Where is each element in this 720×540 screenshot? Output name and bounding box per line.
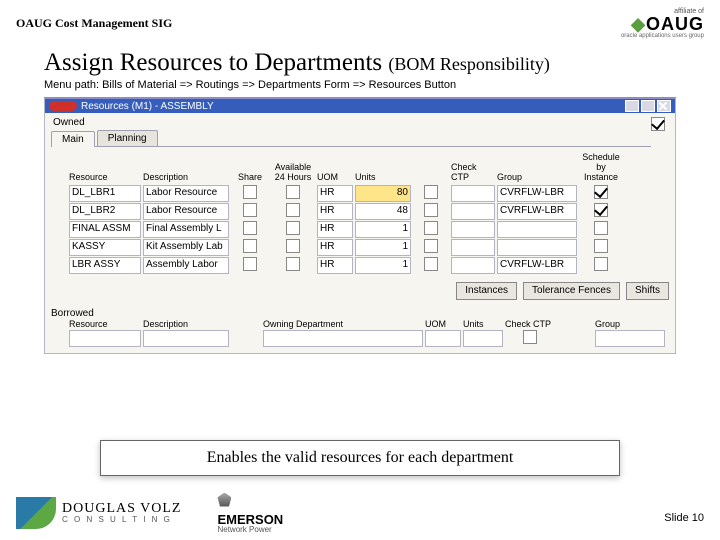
- resource-cell[interactable]: LBR ASSY: [69, 257, 141, 274]
- table-row: LBR ASSYAssembly Labor HR1 CVRFLW-LBR: [51, 257, 669, 274]
- uom-cell[interactable]: HR: [317, 221, 353, 238]
- ctp-checkbox[interactable]: [424, 221, 438, 235]
- avail24-checkbox[interactable]: [286, 257, 300, 271]
- description-cell[interactable]: Kit Assembly Lab: [143, 239, 229, 256]
- sched-checkbox[interactable]: [594, 257, 608, 271]
- owned-grid: Resource Description Share Available 24 …: [51, 153, 669, 274]
- description-cell[interactable]: Labor Resource: [143, 203, 229, 220]
- table-row: DL_LBR2Labor Resource HR48 CVRFLW-LBR: [51, 203, 669, 220]
- shifts-button[interactable]: Shifts: [626, 282, 669, 300]
- ctp-checkbox[interactable]: [424, 257, 438, 271]
- slide-title: Assign Resources to Departments (BOM Res…: [0, 43, 720, 79]
- emerson-logo: EMERSON Network Power: [217, 493, 283, 534]
- col-check-ctp: Check CTP: [451, 163, 495, 184]
- share-checkbox[interactable]: [243, 239, 257, 253]
- units-cell[interactable]: 80: [355, 185, 411, 202]
- uom-cell[interactable]: HR: [317, 239, 353, 256]
- ctp-checkbox[interactable]: [424, 203, 438, 217]
- description-cell[interactable]: Final Assembly L: [143, 221, 229, 238]
- b-col-uom: UOM: [425, 319, 461, 329]
- ctp-cell[interactable]: [451, 203, 495, 220]
- col-uom: UOM: [317, 173, 353, 184]
- col-sched: Schedule by Instance: [579, 153, 623, 184]
- group-cell[interactable]: CVRFLW-LBR: [497, 185, 577, 202]
- oracle-form: Resources (M1) - ASSEMBLY Owned Main Pla…: [44, 97, 676, 354]
- ctp-cell[interactable]: [451, 257, 495, 274]
- resource-cell[interactable]: DL_LBR1: [69, 185, 141, 202]
- b-col-resource: Resource: [69, 319, 141, 329]
- units-cell[interactable]: 1: [355, 221, 411, 238]
- douglas-volz-logo: DOUGLAS VOLZC O N S U L T I N G: [16, 497, 181, 529]
- header-title: OAUG Cost Management SIG: [16, 16, 172, 31]
- resource-cell[interactable]: FINAL ASSM: [69, 221, 141, 238]
- tolerance-fences-button[interactable]: Tolerance Fences: [523, 282, 620, 300]
- col-units: Units: [355, 173, 411, 184]
- ctp-cell[interactable]: [451, 221, 495, 238]
- resource-cell[interactable]: KASSY: [69, 239, 141, 256]
- ctp-checkbox[interactable]: [424, 239, 438, 253]
- group-cell[interactable]: [497, 239, 577, 256]
- sched-checkbox[interactable]: [594, 203, 608, 217]
- b-cell[interactable]: [69, 330, 141, 347]
- close-button[interactable]: [657, 100, 671, 112]
- form-titlebar: Resources (M1) - ASSEMBLY: [45, 99, 675, 113]
- oracle-icon: [49, 101, 77, 111]
- share-checkbox[interactable]: [243, 203, 257, 217]
- oaug-logo: affiliate of ◆OAUG oracle applications u…: [621, 8, 704, 39]
- slide-number: Slide 10: [664, 512, 704, 524]
- col-share: Share: [231, 173, 269, 184]
- description-cell[interactable]: Assembly Labor: [143, 257, 229, 274]
- share-checkbox[interactable]: [243, 257, 257, 271]
- avail24-checkbox[interactable]: [286, 203, 300, 217]
- b-col-description: Description: [143, 319, 229, 329]
- ctp-cell[interactable]: [451, 239, 495, 256]
- units-cell[interactable]: 1: [355, 257, 411, 274]
- resource-cell[interactable]: DL_LBR2: [69, 203, 141, 220]
- col-resource: Resource: [69, 173, 141, 184]
- ctp-cell[interactable]: [451, 185, 495, 202]
- table-row: FINAL ASSMFinal Assembly L HR1: [51, 221, 669, 238]
- share-checkbox[interactable]: [243, 221, 257, 235]
- uom-cell[interactable]: HR: [317, 185, 353, 202]
- col-description: Description: [143, 173, 229, 184]
- sched-checkbox[interactable]: [594, 239, 608, 253]
- col-ctp-check: [413, 183, 449, 184]
- avail24-checkbox[interactable]: [286, 185, 300, 199]
- table-row: DL_LBR1Labor Resource HR80 CVRFLW-LBR: [51, 185, 669, 202]
- borrowed-label: Borrowed: [51, 308, 669, 319]
- group-cell[interactable]: [497, 221, 577, 238]
- owned-checkbox[interactable]: [651, 117, 665, 131]
- table-row: KASSYKit Assembly Lab HR1: [51, 239, 669, 256]
- description-cell[interactable]: Labor Resource: [143, 185, 229, 202]
- b-col-owndept: Owning Department: [263, 319, 423, 329]
- b-col-group: Group: [595, 319, 665, 329]
- owned-label: Owned: [51, 115, 85, 128]
- instances-button[interactable]: Instances: [456, 282, 517, 300]
- minimize-button[interactable]: [625, 100, 639, 112]
- share-checkbox[interactable]: [243, 185, 257, 199]
- avail24-checkbox[interactable]: [286, 239, 300, 253]
- callout-box: Enables the valid resources for each dep…: [100, 440, 620, 476]
- group-cell[interactable]: CVRFLW-LBR: [497, 257, 577, 274]
- sched-checkbox[interactable]: [594, 221, 608, 235]
- units-cell[interactable]: 1: [355, 239, 411, 256]
- col-group: Group: [497, 173, 577, 184]
- uom-cell[interactable]: HR: [317, 203, 353, 220]
- sched-checkbox[interactable]: [594, 185, 608, 199]
- tab-main[interactable]: Main: [51, 131, 95, 147]
- ctp-checkbox[interactable]: [424, 185, 438, 199]
- maximize-button[interactable]: [641, 100, 655, 112]
- units-cell[interactable]: 48: [355, 203, 411, 220]
- menu-path: Menu path: Bills of Material => Routings…: [0, 79, 720, 97]
- group-cell[interactable]: CVRFLW-LBR: [497, 203, 577, 220]
- b-col-ctp: Check CTP: [505, 319, 555, 329]
- avail24-checkbox[interactable]: [286, 221, 300, 235]
- uom-cell[interactable]: HR: [317, 257, 353, 274]
- tab-planning[interactable]: Planning: [97, 130, 158, 146]
- b-col-units: Units: [463, 319, 503, 329]
- col-avail24: Available 24 Hours: [271, 163, 315, 184]
